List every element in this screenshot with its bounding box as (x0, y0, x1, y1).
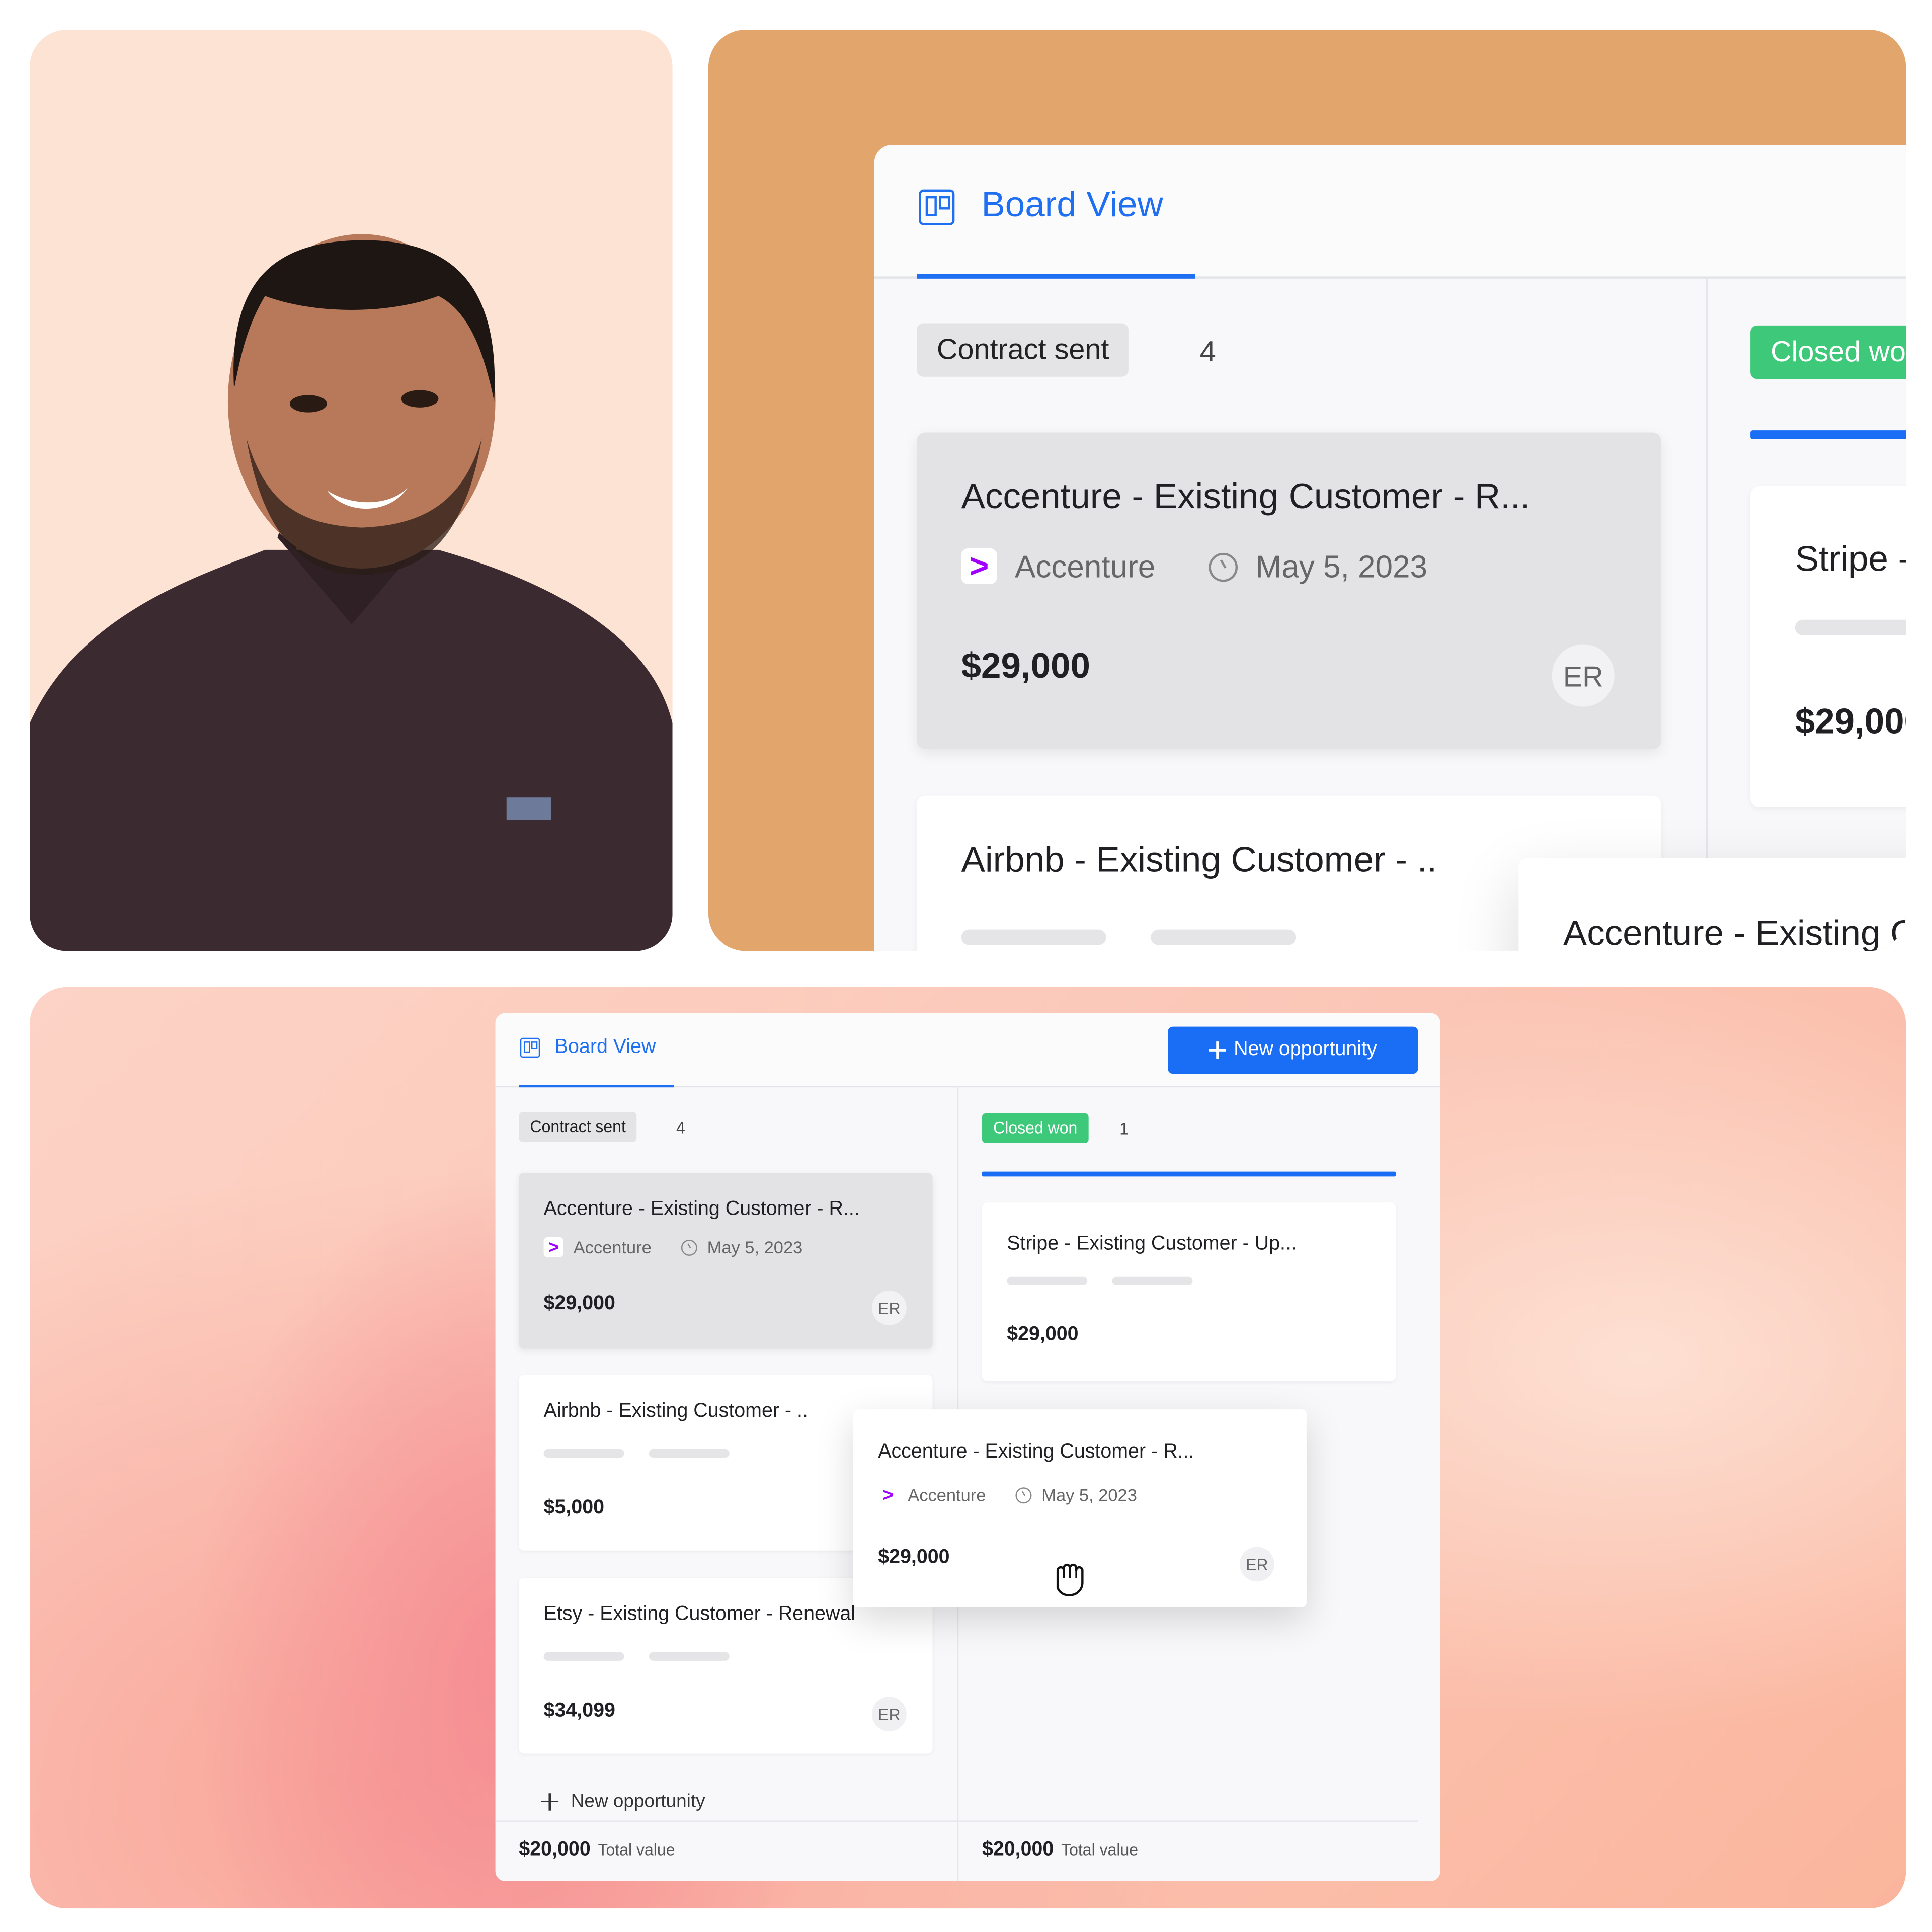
zoomed-board-panel: Board View New opportunity Contract sent… (708, 30, 1906, 951)
tab-board-view[interactable]: Board View (917, 145, 1195, 279)
plus-icon (541, 1793, 559, 1810)
close-date: May 5, 2023 (1255, 548, 1428, 584)
column-count: 4 (676, 1118, 685, 1137)
company-name: Accenture (908, 1485, 986, 1505)
tab-board-view[interactable]: Board View (519, 1013, 674, 1088)
new-opportunity-button[interactable]: New opportunity (1168, 1026, 1418, 1074)
accenture-logo-icon: > (882, 1484, 894, 1505)
card-meta: > Accenture May 5, 2023 (543, 1237, 803, 1258)
column-count: 1 (1119, 1119, 1129, 1139)
status-badge-contract-sent: Contract sent (519, 1112, 637, 1142)
dragging-opportunity-card[interactable]: Accenture - Existing Customer - R... > A… (1518, 858, 1906, 951)
status-badge-closed-won: Closed won (982, 1113, 1089, 1143)
skeleton-bar (543, 1448, 624, 1458)
total-label: Total value (598, 1840, 675, 1859)
skeleton-bar (961, 929, 1106, 945)
close-date: May 5, 2023 (1041, 1485, 1137, 1505)
clock-icon (1209, 551, 1238, 581)
card-title: Stripe - Existing Customer - Up... (1795, 541, 1906, 580)
active-tab-underline (917, 274, 1195, 279)
skeleton-bar (649, 1448, 730, 1458)
card-title: Etsy - Existing Customer - Renewal (543, 1603, 856, 1625)
add-opportunity-link[interactable]: New opportunity (541, 1791, 705, 1812)
board-icon (919, 189, 955, 225)
skeleton-bar (1151, 929, 1296, 945)
card-title: Airbnb - Existing Customer - .. (543, 1400, 808, 1422)
card-amount: $34,099 (543, 1700, 615, 1722)
accenture-logo-icon: > (543, 1237, 564, 1258)
card-amount: $29,000 (961, 649, 1090, 687)
status-badge-closed-won: Closed won (1750, 325, 1906, 379)
company-name: Accenture (1014, 548, 1156, 584)
card-title: Accenture - Existing Customer - R... (543, 1198, 860, 1220)
column-total: $20,000 Total value (519, 1839, 675, 1861)
owner-avatar[interactable]: ER (871, 1290, 907, 1325)
card-title: Accenture - Existing Customer - R... (1563, 916, 1906, 951)
total-label: Total value (1061, 1840, 1139, 1859)
footer-divider (495, 1820, 1418, 1822)
card-amount: $29,000 (878, 1547, 950, 1568)
zoomed-board: Board View New opportunity Contract sent… (874, 144, 1906, 951)
status-badge-contract-sent: Contract sent (917, 323, 1130, 377)
opportunity-card-placeholder[interactable]: Accenture - Existing Customer - R... > A… (917, 432, 1661, 749)
clock-icon (681, 1239, 697, 1255)
collage: Board View New opportunity Contract sent… (0, 0, 1932, 1932)
opportunity-card-placeholder[interactable]: Accenture - Existing Customer - R... > A… (519, 1173, 933, 1349)
board-header: Board View New opportunity (495, 1013, 1440, 1088)
column-count: 4 (1199, 334, 1216, 368)
drop-indicator (982, 1171, 1396, 1177)
board-view-window: Board View New opportunity Contract sent… (874, 144, 1906, 951)
board-view-window: Board View New opportunity Contract sent… (495, 1013, 1440, 1882)
card-amount: $5,000 (543, 1497, 605, 1518)
plus-icon (1209, 1041, 1227, 1059)
total-amount: $20,000 (982, 1839, 1054, 1861)
owner-avatar[interactable]: ER (871, 1697, 907, 1732)
grab-hand-icon (1056, 1563, 1084, 1596)
owner-avatar[interactable]: ER (1239, 1547, 1274, 1582)
person-portrait-image (30, 234, 673, 951)
card-amount: $29,000 (1795, 704, 1906, 743)
accenture-logo-icon: > (961, 547, 997, 585)
card-title: Airbnb - Existing Customer - .. (961, 842, 1437, 881)
new-opportunity-label: New opportunity (1234, 1039, 1377, 1061)
card-meta: > Accenture May 5, 2023 (961, 547, 1428, 585)
skeleton-bar (1112, 1276, 1193, 1286)
card-title: Accenture - Existing Customer - R... (961, 479, 1531, 517)
board-header: Board View New opportunity (874, 144, 1906, 279)
board-icon (520, 1037, 540, 1058)
close-date: May 5, 2023 (707, 1237, 803, 1257)
opportunity-card[interactable]: Stripe - Existing Customer - Up... $29,0… (1750, 486, 1906, 807)
clock-icon (1015, 1487, 1032, 1503)
skeleton-bar (649, 1652, 730, 1661)
card-title: Accenture - Existing Customer - R... (878, 1441, 1194, 1463)
drop-indicator (1750, 430, 1906, 439)
tab-label: Board View (981, 187, 1163, 225)
company-name: Accenture (573, 1237, 652, 1257)
portrait-photo (30, 30, 673, 951)
skeleton-bar (543, 1652, 624, 1661)
column-total: $20,000 Total value (982, 1839, 1138, 1861)
column-divider (1706, 278, 1708, 951)
board-demo-panel: Board View New opportunity Contract sent… (30, 987, 1906, 1909)
opportunity-card[interactable]: Stripe - Existing Customer - Up... $29,0… (982, 1202, 1396, 1381)
tab-label: Board View (554, 1036, 656, 1058)
card-meta: > Accenture May 5, 2023 (878, 1484, 1137, 1505)
owner-avatar[interactable]: ER (1552, 644, 1615, 707)
card-title: Stripe - Existing Customer - Up... (1007, 1233, 1297, 1255)
active-tab-underline (519, 1085, 674, 1088)
total-amount: $20,000 (519, 1839, 591, 1861)
skeleton-bar (1795, 619, 1906, 635)
add-opportunity-label: New opportunity (571, 1791, 705, 1812)
card-amount: $29,000 (543, 1293, 615, 1314)
card-amount: $29,000 (1007, 1324, 1079, 1345)
skeleton-bar (1007, 1276, 1088, 1286)
